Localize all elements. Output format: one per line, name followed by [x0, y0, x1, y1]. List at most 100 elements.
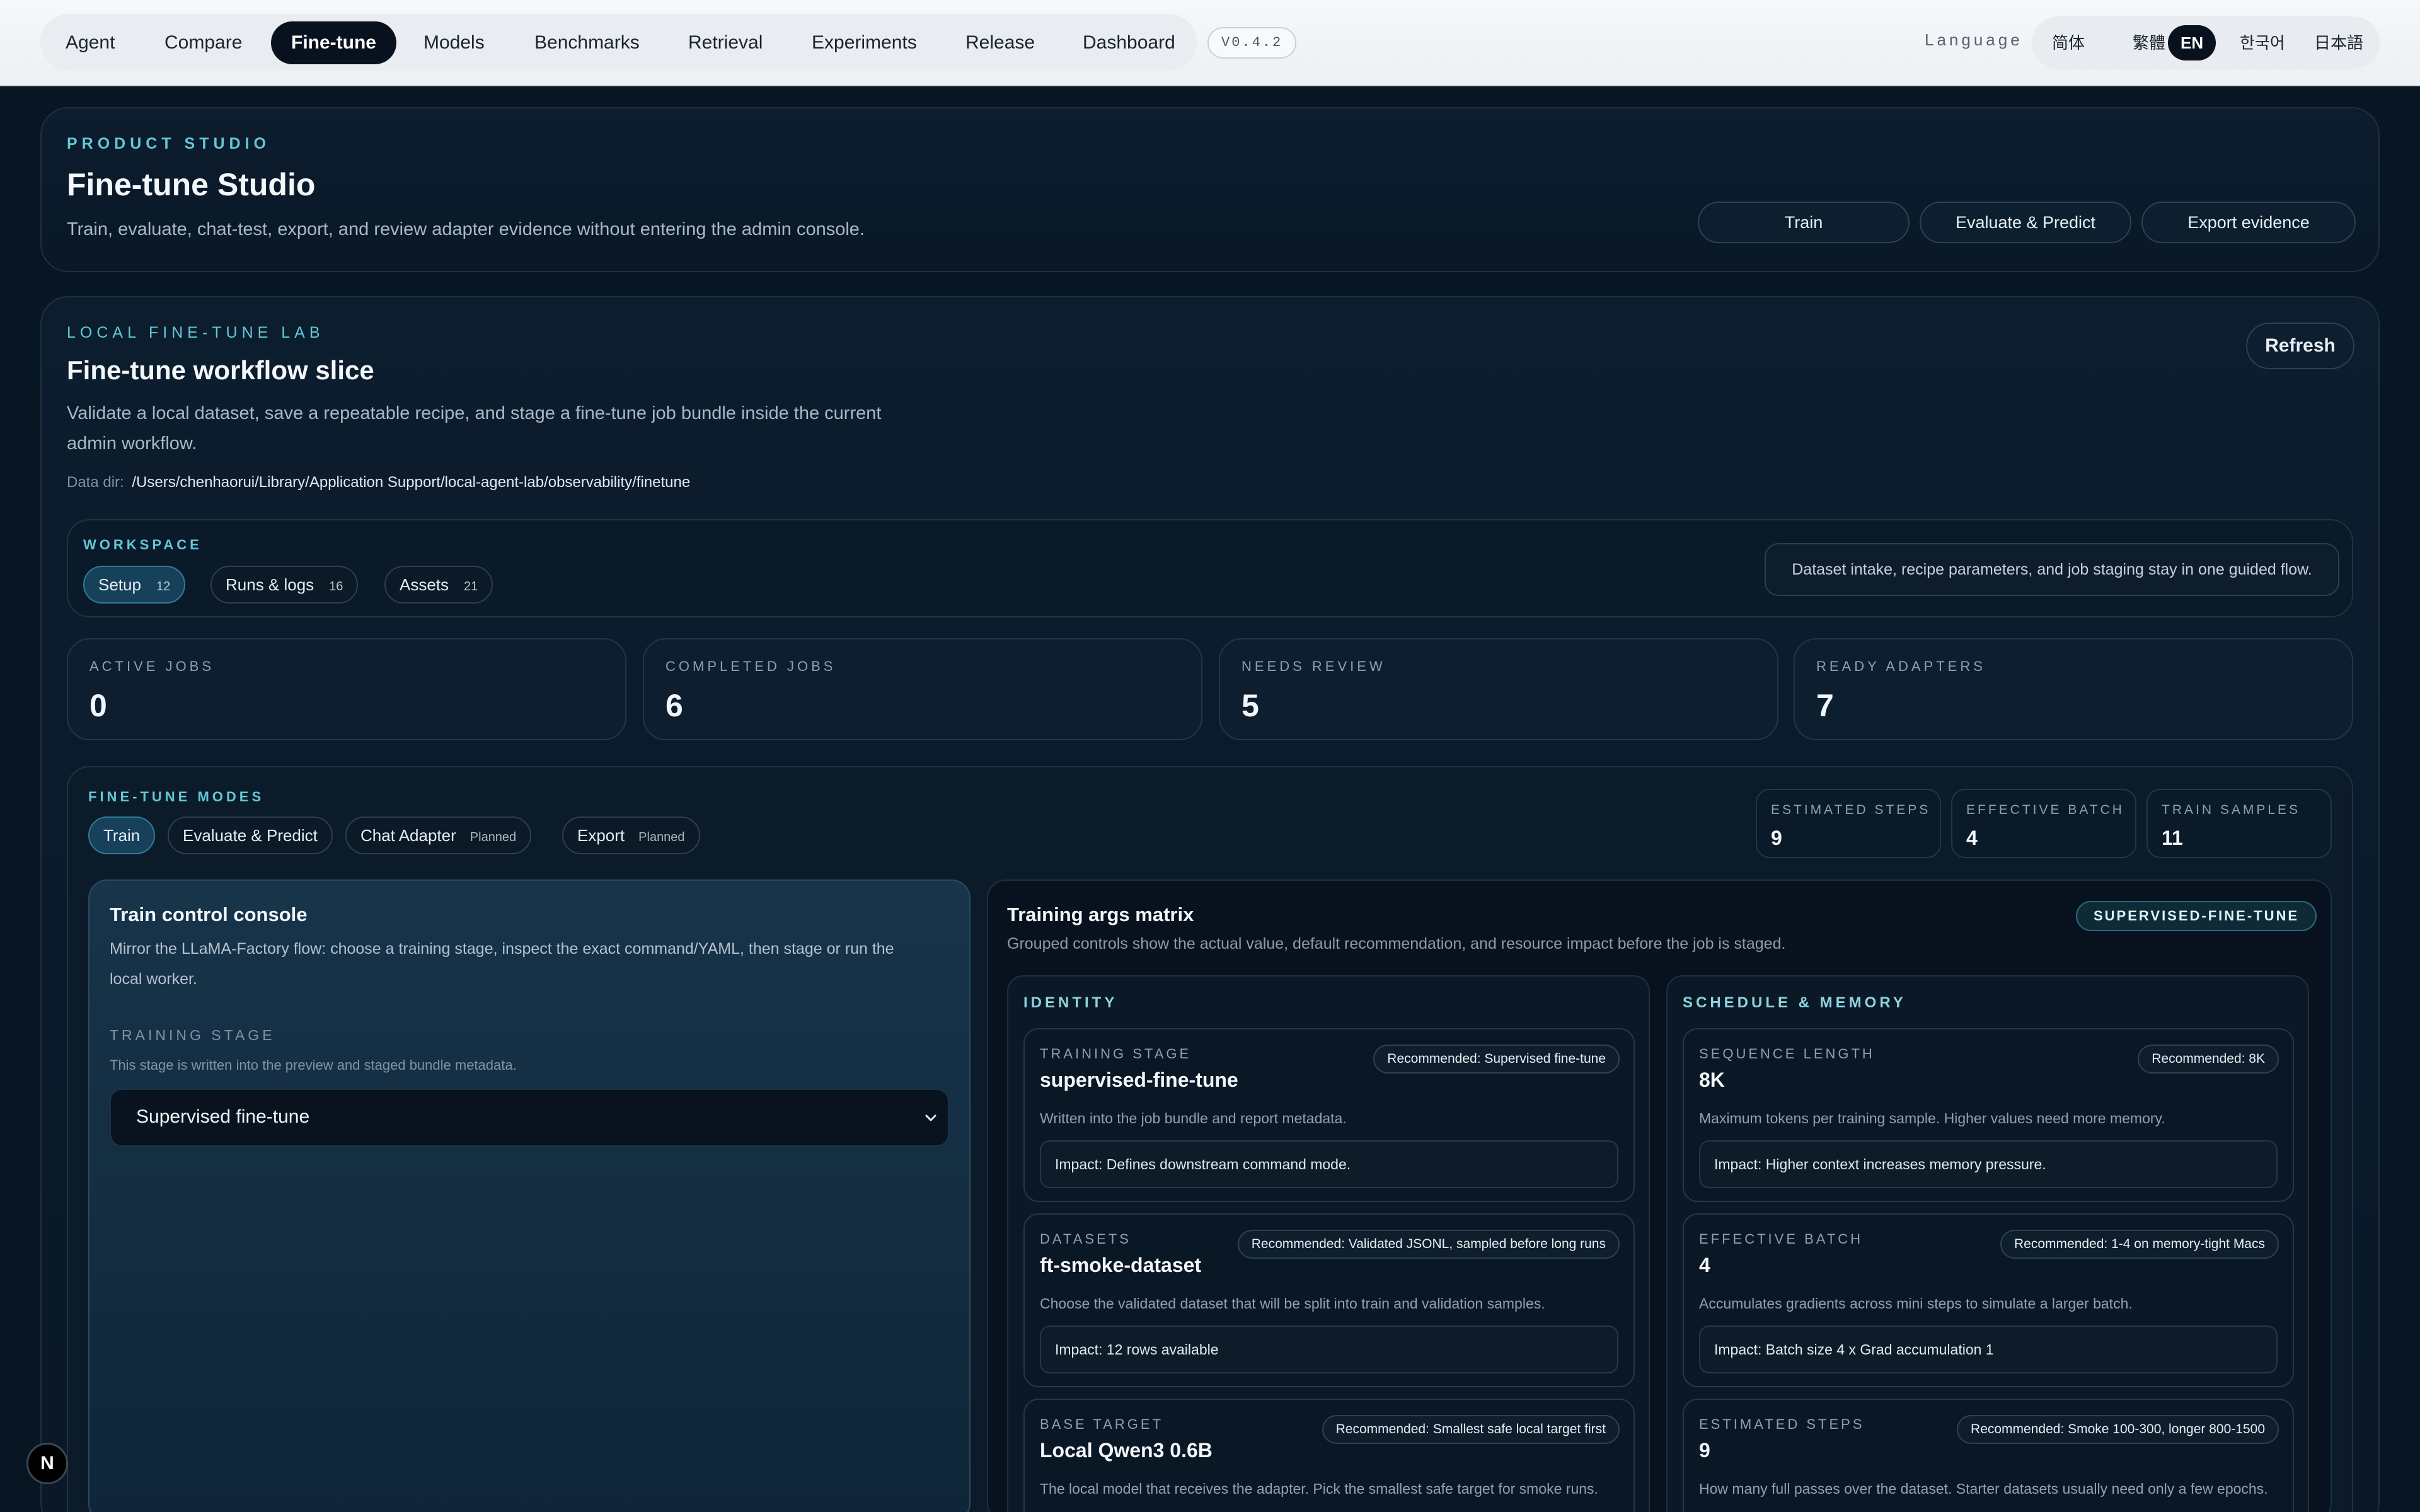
metric-value: 11 — [2162, 827, 2183, 849]
stat-value: 7 — [1816, 688, 1834, 723]
export-evidence-button[interactable]: Export evidence — [2141, 202, 2356, 243]
version-badge: V0.4.2 — [1207, 27, 1297, 59]
arg-card-effective-batch: EFFECTIVE BATCH 4 Recommended: 1-4 on me… — [1683, 1213, 2294, 1387]
workspace-eyebrow: WORKSPACE — [83, 537, 202, 553]
stat-label: READY ADAPTERS — [1816, 658, 1986, 674]
lang-option-zh-hans[interactable]: 简体 — [2039, 25, 2097, 60]
evaluate-predict-button[interactable]: Evaluate & Predict — [1920, 202, 2131, 243]
arg-card-training-stage: TRAINING STAGE supervised-fine-tune Reco… — [1023, 1028, 1635, 1202]
group-title: SCHEDULE & MEMORY — [1683, 994, 1906, 1011]
mode-tab-label: Export — [577, 826, 625, 845]
train-button[interactable]: Train — [1698, 202, 1910, 243]
stat-label: COMPLETED JOBS — [666, 658, 836, 674]
console-description-line1: Mirror the LLaMA-Factory flow: choose a … — [110, 940, 894, 958]
lab-description-line2: admin workflow. — [67, 433, 197, 454]
lang-option-ja[interactable]: 日本語 — [2302, 25, 2376, 60]
data-dir-path: /Users/chenhaorui/Library/Application Su… — [132, 474, 691, 491]
metric-estimated-steps: ESTIMATED STEPS 9 — [1756, 789, 1941, 858]
mode-tab-train[interactable]: Train — [88, 816, 156, 854]
stage-label: TRAINING STAGE — [110, 1027, 275, 1043]
nav-tab-experiments[interactable]: Experiments — [792, 21, 937, 64]
arg-description: Written into the job bundle and report m… — [1040, 1110, 1347, 1126]
arg-description: How many full passes over the dataset. S… — [1699, 1480, 2268, 1497]
arg-value: supervised-fine-tune — [1040, 1068, 1238, 1091]
recommendation-badge: Recommended: Smoke 100-300, longer 800-1… — [1957, 1415, 2279, 1444]
lab-title: Fine-tune workflow slice — [67, 355, 374, 385]
stat-value: 0 — [89, 688, 107, 723]
lang-option-ko[interactable]: 한국어 — [2227, 25, 2298, 60]
arg-description: The local model that receives the adapte… — [1040, 1480, 1598, 1497]
arg-description: Accumulates gradients across mini steps … — [1699, 1295, 2133, 1312]
arg-card-sequence-length: SEQUENCE LENGTH 8K Recommended: 8K Maxim… — [1683, 1028, 2294, 1202]
nav-tab-benchmarks[interactable]: Benchmarks — [514, 21, 660, 64]
stage-hint: This stage is written into the preview a… — [110, 1057, 517, 1073]
mode-tab-chat-adapter[interactable]: Chat Adapter Planned — [345, 816, 532, 854]
refresh-button[interactable]: Refresh — [2246, 323, 2354, 369]
studio-header-panel: PRODUCT STUDIO Fine-tune Studio Train, e… — [40, 107, 2380, 272]
workspace-tab-label: Setup — [98, 575, 141, 594]
metric-label: EFFECTIVE BATCH — [1966, 803, 2124, 817]
nav-tab-models[interactable]: Models — [403, 21, 505, 64]
data-dir: Data dir: /Users/chenhaorui/Library/Appl… — [67, 474, 690, 491]
planned-badge: Planned — [638, 830, 685, 844]
recommendation-badge: Recommended: Smallest safe local target … — [1322, 1415, 1620, 1444]
nav-tab-dashboard[interactable]: Dashboard — [1063, 21, 1196, 64]
workspace-tab-setup[interactable]: Setup 12 — [83, 566, 186, 604]
arg-label: EFFECTIVE BATCH — [1699, 1231, 1864, 1247]
lab-description-line1: Validate a local dataset, save a repeata… — [67, 403, 882, 423]
arg-value: 4 — [1699, 1254, 1710, 1276]
arg-impact: Impact: 12 rows available — [1040, 1326, 1618, 1373]
arg-description: Maximum tokens per training sample. High… — [1699, 1110, 2165, 1126]
training-stage-selected-value: Supervised fine-tune — [136, 1106, 310, 1127]
studio-eyebrow: PRODUCT STUDIO — [67, 135, 270, 152]
lab-eyebrow: LOCAL FINE-TUNE LAB — [67, 324, 325, 341]
nav-tab-release[interactable]: Release — [945, 21, 1055, 64]
stat-ready-adapters: READY ADAPTERS 7 — [1794, 638, 2353, 740]
recommendation-badge: Recommended: 1-4 on memory-tight Macs — [2000, 1230, 2279, 1259]
arg-card-estimated-steps: ESTIMATED STEPS 9 Recommended: Smoke 100… — [1683, 1399, 2294, 1512]
lang-option-en[interactable]: EN — [2168, 25, 2216, 60]
metric-value: 9 — [1771, 827, 1782, 849]
arg-label: ESTIMATED STEPS — [1699, 1416, 1865, 1432]
arg-label: TRAINING STAGE — [1040, 1046, 1192, 1062]
group-title: IDENTITY — [1023, 994, 1118, 1011]
stat-active-jobs: ACTIVE JOBS 0 — [67, 638, 626, 740]
arg-value: 8K — [1699, 1068, 1725, 1091]
metric-value: 4 — [1966, 827, 1978, 849]
mode-tab-evaluate-predict[interactable]: Evaluate & Predict — [168, 816, 333, 854]
stat-label: NEEDS REVIEW — [1242, 658, 1386, 674]
arg-label: SEQUENCE LENGTH — [1699, 1046, 1875, 1062]
recommendation-badge: Recommended: 8K — [2138, 1045, 2279, 1074]
stat-completed-jobs: COMPLETED JOBS 6 — [643, 638, 1202, 740]
training-stage-select[interactable]: Supervised fine-tune — [110, 1089, 949, 1147]
stat-needs-review: NEEDS REVIEW 5 — [1219, 638, 1778, 740]
language-label: Language — [1925, 30, 2023, 49]
workspace-tab-assets[interactable]: Assets 21 — [384, 566, 493, 604]
train-control-console: Train control console Mirror the LLaMA-F… — [88, 879, 971, 1512]
stat-label: ACTIVE JOBS — [89, 658, 215, 674]
arg-label: BASE TARGET — [1040, 1416, 1164, 1432]
nav-tab-retrieval[interactable]: Retrieval — [668, 21, 783, 64]
workspace-tab-runs-logs[interactable]: Runs & logs 16 — [210, 566, 359, 604]
nav-tab-agent[interactable]: Agent — [45, 21, 135, 64]
nav-tab-fine-tune[interactable]: Fine-tune — [271, 21, 396, 64]
metric-label: TRAIN SAMPLES — [2162, 803, 2301, 817]
stat-value: 6 — [666, 688, 683, 723]
page-title: Fine-tune Studio — [67, 167, 316, 202]
mode-tab-export[interactable]: Export Planned — [562, 816, 700, 854]
args-group-schedule-memory: SCHEDULE & MEMORY SEQUENCE LENGTH 8K Rec… — [1666, 975, 2309, 1512]
studio-subtitle: Train, evaluate, chat-test, export, and … — [67, 219, 865, 239]
nav-tab-compare[interactable]: Compare — [144, 21, 262, 64]
metric-effective-batch: EFFECTIVE BATCH 4 — [1951, 789, 2136, 858]
arg-impact: Impact: Higher context increases memory … — [1699, 1140, 2278, 1188]
arg-impact: Impact: Batch size 4 x Grad accumulation… — [1699, 1326, 2278, 1373]
arg-value: 9 — [1699, 1439, 1710, 1462]
mode-tab-label: Evaluate & Predict — [183, 826, 318, 845]
mode-tab-label: Train — [103, 826, 141, 845]
arg-label: DATASETS — [1040, 1231, 1131, 1247]
dev-tools-button[interactable]: N — [26, 1443, 68, 1484]
planned-badge: Planned — [470, 830, 517, 844]
workspace-tab-count: 16 — [329, 580, 343, 593]
top-navigation-bar: Agent Compare Fine-tune Models Benchmark… — [0, 0, 2420, 86]
workspace-tab-label: Assets — [400, 575, 449, 594]
